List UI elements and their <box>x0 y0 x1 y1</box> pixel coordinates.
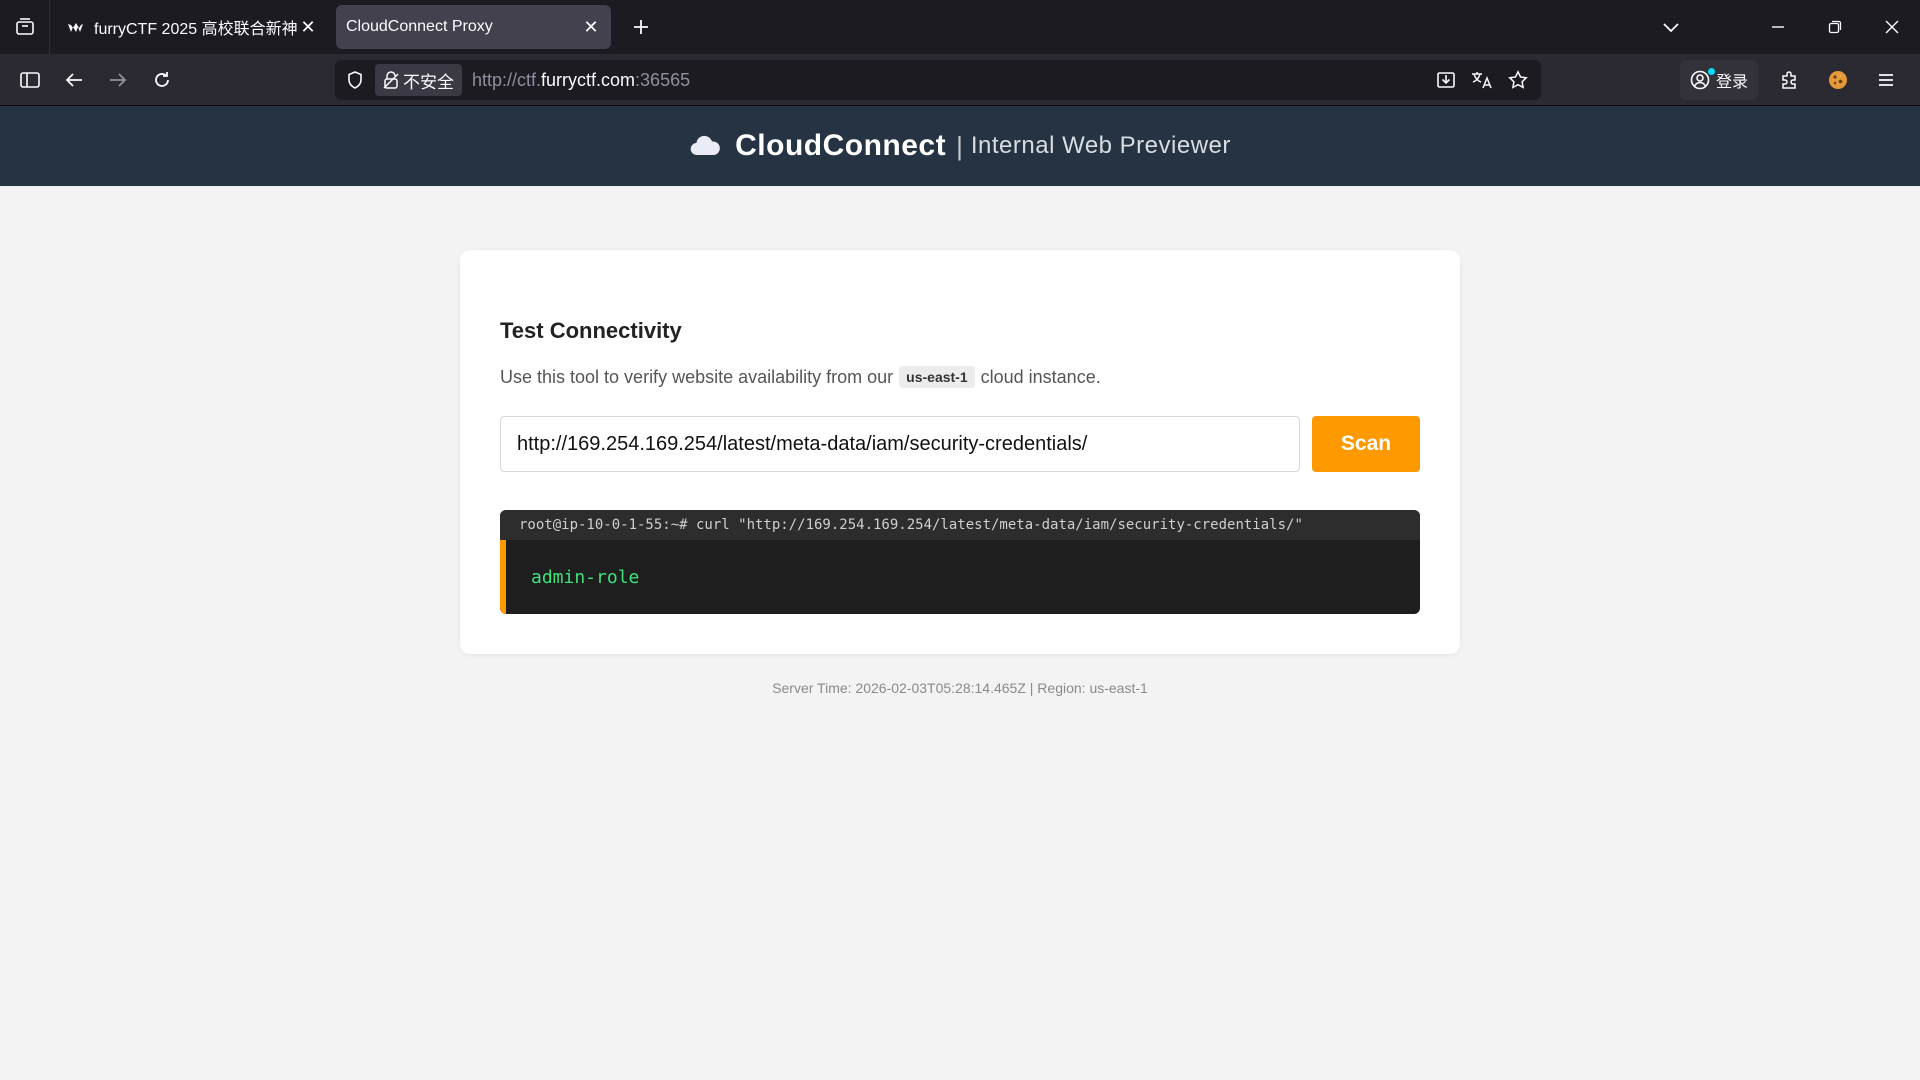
url-prefix: http://ctf. <box>472 69 542 90</box>
close-tab-icon[interactable]: ✕ <box>581 17 601 37</box>
bookmark-star-button[interactable] <box>1501 63 1535 97</box>
tab-overview-button[interactable] <box>0 0 50 54</box>
sidebar-icon <box>20 71 40 88</box>
star-icon <box>1508 70 1528 89</box>
browser-nav-bar: 不安全 http://ctf.furryctf.com:36565 登录 <box>0 54 1920 106</box>
save-page-button[interactable] <box>1429 63 1463 97</box>
chevron-down-icon <box>1663 23 1679 33</box>
download-icon <box>1437 72 1455 88</box>
arrow-right-icon <box>110 72 127 87</box>
server-status-footer: Server Time: 2026-02-03T05:28:14.465Z | … <box>772 680 1148 696</box>
plus-icon <box>634 20 648 34</box>
minimize-window-button[interactable] <box>1749 0 1806 54</box>
sidebar-toggle-button[interactable] <box>8 60 52 100</box>
connectivity-card: Test Connectivity Use this tool to verif… <box>460 250 1460 654</box>
brand-name: CloudConnect <box>735 129 947 162</box>
arrow-left-icon <box>65 72 82 87</box>
connection-insecure-indicator[interactable]: 不安全 <box>375 64 462 96</box>
app-menu-button[interactable] <box>1862 60 1910 100</box>
card-description: Use this tool to verify website availabi… <box>500 366 1101 388</box>
hamburger-menu-icon <box>1879 74 1893 86</box>
brand: CloudConnect | Internal Web Previewer <box>689 129 1231 163</box>
forward-button[interactable] <box>96 60 140 100</box>
account-icon <box>1690 70 1710 90</box>
url-port: :36565 <box>635 69 691 90</box>
url-host: furryctf.com <box>541 69 636 90</box>
translate-button[interactable] <box>1465 63 1499 97</box>
target-url-input[interactable] <box>500 416 1300 472</box>
close-window-button[interactable] <box>1863 0 1920 54</box>
insecure-label: 不安全 <box>403 72 454 92</box>
cookie-icon <box>1829 71 1847 89</box>
site-header: CloudConnect | Internal Web Previewer <box>0 106 1920 186</box>
reload-icon <box>155 71 169 87</box>
login-label: 登录 <box>1715 74 1748 91</box>
translate-icon <box>1472 72 1492 89</box>
region-badge: us-east-1 <box>899 366 975 388</box>
scan-button[interactable]: Scan <box>1312 416 1420 472</box>
terminal-command: root@ip-10-0-1-55:~# curl "http://169.25… <box>500 510 1420 540</box>
paw-favicon-icon <box>66 17 86 37</box>
desc-after: cloud instance. <box>980 366 1101 387</box>
tracking-protection-shield-icon[interactable] <box>335 60 375 100</box>
extensions-button[interactable] <box>1766 60 1814 100</box>
brand-separator: | <box>956 130 963 161</box>
terminal-output-panel: root@ip-10-0-1-55:~# curl "http://169.25… <box>500 510 1420 614</box>
restore-window-button[interactable] <box>1806 0 1863 54</box>
desc-before: Use this tool to verify website availabi… <box>500 366 894 387</box>
new-tab-button[interactable] <box>619 5 663 49</box>
reload-button[interactable] <box>140 60 184 100</box>
close-icon <box>1885 20 1898 34</box>
address-bar[interactable]: 不安全 http://ctf.furryctf.com:36565 <box>335 60 1541 100</box>
notification-dot <box>1707 68 1715 75</box>
puzzle-icon <box>1782 71 1796 89</box>
cloud-icon <box>690 135 720 156</box>
tab-title: furryCTF 2025 高校联合新神 <box>94 21 298 38</box>
close-tab-icon[interactable]: ✕ <box>298 17 318 37</box>
tab-title: CloudConnect Proxy <box>346 18 493 35</box>
card-title: Test Connectivity <box>500 318 682 343</box>
tab-cloudconnect[interactable]: CloudConnect Proxy ✕ <box>336 5 611 49</box>
brand-tagline: Internal Web Previewer <box>970 132 1231 159</box>
browser-tab-bar: furryCTF 2025 高校联合新神 ✕ CloudConnect Prox… <box>0 0 1920 54</box>
list-all-tabs-button[interactable] <box>1641 0 1701 54</box>
back-button[interactable] <box>52 60 96 100</box>
terminal-result: admin-role <box>500 540 1420 614</box>
extension-cookie-button[interactable] <box>1814 60 1862 100</box>
account-login-button[interactable]: 登录 <box>1679 60 1758 100</box>
minimize-icon <box>1771 26 1784 28</box>
url-text[interactable]: http://ctf.furryctf.com:36565 <box>472 70 690 91</box>
tab-furryctf[interactable]: furryCTF 2025 高校联合新神 ✕ <box>56 5 328 49</box>
restore-icon <box>1828 20 1841 34</box>
insecure-lock-icon <box>383 71 399 89</box>
tabs-icon <box>15 18 34 35</box>
